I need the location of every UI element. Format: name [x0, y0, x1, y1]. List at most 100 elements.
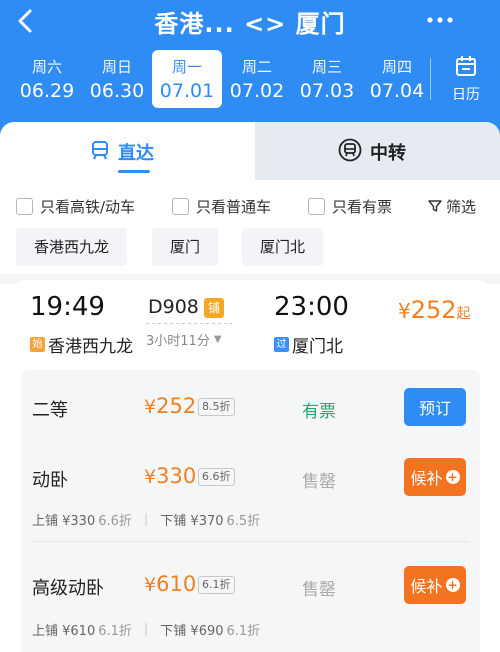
- filter-normal[interactable]: 只看普通车: [172, 192, 271, 220]
- duration-text: 3小时11分: [146, 334, 210, 349]
- date-item-selected[interactable]: 周一 07.01: [152, 50, 222, 108]
- discount-badge: 6.1折: [198, 576, 235, 594]
- checkbox[interactable]: [16, 197, 33, 215]
- filter-high-speed[interactable]: 只看高铁/动车: [16, 192, 135, 220]
- sleeper-badge: 铺: [204, 298, 224, 318]
- lower-berth: 下铺 ¥690: [160, 624, 224, 639]
- date-divider: [430, 58, 431, 100]
- discount-badge: 6.6折: [198, 468, 235, 486]
- seat-class: 高级动卧: [32, 578, 104, 599]
- seat-list: 二等 ¥252 8.5折 有票 预订 动卧 ¥330 6.6折 售罄 候补 +: [22, 370, 480, 652]
- date-strip: 周六 06.29 周日 06.30 周一 07.01 周二 07.02 周三 0…: [12, 50, 432, 108]
- price-suffix: 起: [456, 306, 471, 322]
- calendar-label: 日历: [452, 87, 480, 103]
- date-day: 07.01: [159, 80, 215, 102]
- availability: 售罄: [302, 472, 336, 492]
- date-weekday: 周二: [241, 58, 272, 76]
- berth-info: 上铺 ¥330 6.6折 | 下铺 ¥370 6.5折: [32, 510, 260, 529]
- filter-available[interactable]: 只看有票: [308, 192, 392, 220]
- berth-divider: |: [143, 622, 149, 637]
- date-day: 07.02: [229, 80, 285, 102]
- tab-direct[interactable]: 直达: [90, 138, 154, 166]
- seat-class: 二等: [32, 400, 68, 421]
- availability: 售罄: [302, 580, 336, 600]
- departure-time: 19:49: [30, 292, 105, 322]
- price-value: 252: [410, 296, 457, 324]
- results-panel: 直达 中转 只看高铁/动车 只看普通车 只看有票 筛选 香港西九龙 厦门 厦门北…: [0, 122, 500, 652]
- upper-berth: 上铺 ¥610: [32, 624, 96, 639]
- row-divider: [32, 541, 470, 542]
- tab-bar: 直达 中转: [0, 122, 500, 182]
- seat-price-value: 610: [156, 572, 197, 596]
- book-label: 预订: [418, 399, 451, 418]
- calendar-button[interactable]: 日历: [438, 54, 494, 108]
- route-line: [146, 323, 232, 324]
- date-item[interactable]: 周三 07.03: [292, 50, 362, 108]
- checkbox[interactable]: [172, 197, 189, 215]
- price-symbol: ¥: [398, 299, 411, 323]
- train-number: D908: [148, 296, 199, 318]
- waitlist-label: 候补: [410, 469, 443, 488]
- plus-icon: +: [445, 470, 460, 484]
- seat-price: ¥330: [144, 464, 196, 488]
- departure-station: 始 香港西九龙: [30, 332, 133, 357]
- filter-label: 只看有票: [332, 197, 393, 216]
- date-item[interactable]: 周四 07.04: [362, 50, 432, 108]
- pass-tag: 过: [274, 337, 289, 352]
- caret-down-icon: ▼: [213, 334, 222, 345]
- book-button[interactable]: 预订: [404, 388, 466, 426]
- station-chip[interactable]: 厦门北: [242, 228, 324, 266]
- berth-divider: |: [143, 512, 149, 527]
- date-day: 06.30: [89, 80, 145, 102]
- lowest-price: ¥252起: [398, 296, 471, 324]
- date-weekday: 周三: [311, 58, 342, 76]
- arrival-station-name: 厦门北: [292, 337, 343, 357]
- filter-label: 只看普通车: [196, 197, 272, 216]
- seat-price: ¥610: [144, 572, 196, 596]
- duration[interactable]: 3小时11分 ▼: [146, 330, 222, 349]
- station-chip[interactable]: 厦门: [152, 228, 219, 266]
- seat-price-value: 252: [156, 394, 197, 418]
- origin-tag: 始: [30, 337, 45, 352]
- discount-badge: 8.5折: [198, 398, 235, 416]
- filter-label: 只看高铁/动车: [40, 197, 136, 216]
- departure-station-name: 香港西九龙: [48, 337, 133, 357]
- date-day: 07.04: [369, 80, 425, 102]
- train-card[interactable]: 19:49 D908 铺 3小时11分 ▼ 23:00 ¥252起 始 香港西九…: [16, 280, 486, 652]
- arrival-time: 23:00: [274, 292, 349, 322]
- tab-transfer-label: 中转: [370, 143, 406, 164]
- date-item[interactable]: 周六 06.29: [12, 50, 82, 108]
- date-weekday: 周六: [31, 58, 62, 76]
- transfer-train-icon: [338, 138, 362, 167]
- more-dots-icon[interactable]: [424, 8, 456, 32]
- screen-button[interactable]: 筛选: [428, 192, 476, 220]
- checkbox[interactable]: [308, 197, 325, 215]
- waitlist-label: 候补: [410, 577, 443, 596]
- availability: 有票: [302, 402, 336, 422]
- seat-price: ¥252: [144, 394, 196, 418]
- tab-direct-label: 直达: [118, 143, 154, 164]
- date-day: 07.03: [299, 80, 355, 102]
- tab-transfer[interactable]: 中转: [338, 138, 406, 166]
- lower-discount: 6.5折: [226, 514, 261, 529]
- seat-price-value: 330: [156, 464, 197, 488]
- filter-bar: 只看高铁/动车 只看普通车 只看有票 筛选: [16, 192, 486, 220]
- station-chips: 香港西九龙 厦门 厦门北: [16, 228, 486, 266]
- header: 香港... <> 厦门 周六 06.29 周日 06.30 周一 07.01 周…: [0, 0, 500, 135]
- calendar-icon: [456, 56, 476, 76]
- date-weekday: 周四: [381, 58, 412, 76]
- date-item[interactable]: 周二 07.02: [222, 50, 292, 108]
- waitlist-button[interactable]: 候补 +: [404, 566, 466, 604]
- upper-discount: 6.6折: [98, 514, 132, 529]
- seat-class: 动卧: [32, 470, 68, 491]
- currency: ¥: [144, 574, 157, 596]
- currency: ¥: [144, 466, 157, 488]
- upper-discount: 6.1折: [98, 624, 132, 639]
- tab-underline: [118, 170, 150, 173]
- lower-discount: 6.1折: [226, 624, 261, 639]
- berth-info: 上铺 ¥610 6.1折 | 下铺 ¥690 6.1折: [32, 620, 260, 639]
- station-chip[interactable]: 香港西九龙: [16, 228, 128, 266]
- upper-berth: 上铺 ¥330: [32, 514, 96, 529]
- waitlist-button[interactable]: 候补 +: [404, 458, 466, 496]
- date-item[interactable]: 周日 06.30: [82, 50, 152, 108]
